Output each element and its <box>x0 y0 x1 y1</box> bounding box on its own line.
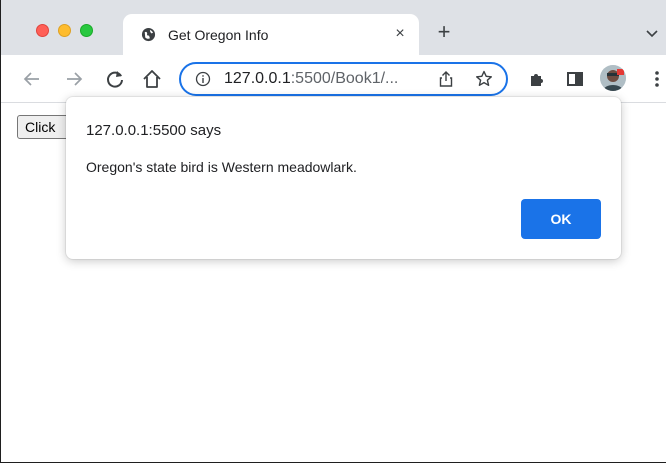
url-text[interactable]: 127.0.0.1:5500/Book1/... <box>224 70 398 88</box>
puzzle-icon[interactable] <box>526 68 548 90</box>
browser-window: Get Oregon Info × + 127.0.0.1:5500/Book1… <box>0 0 666 463</box>
tab-strip: Get Oregon Info × + <box>1 0 666 55</box>
url-path: :5500/Book1/... <box>290 70 399 87</box>
close-window-button[interactable] <box>36 24 49 37</box>
new-tab-button[interactable]: + <box>433 21 455 44</box>
close-tab-button[interactable]: × <box>391 24 409 44</box>
arrow-right-icon[interactable] <box>63 68 85 90</box>
profile-photo-icon <box>600 65 626 91</box>
reload-icon[interactable] <box>104 68 126 90</box>
home-icon[interactable] <box>141 68 163 90</box>
globe-icon <box>141 27 156 42</box>
dialog-message: Oregon's state bird is Western meadowlar… <box>86 159 357 175</box>
alert-dialog: 127.0.0.1:5500 says Oregon's state bird … <box>66 97 621 259</box>
tab-title: Get Oregon Info <box>168 27 269 43</box>
address-bar[interactable]: 127.0.0.1:5500/Book1/... <box>179 62 508 96</box>
minimize-window-button[interactable] <box>58 24 71 37</box>
dialog-title: 127.0.0.1:5500 says <box>86 122 222 139</box>
ok-button[interactable]: OK <box>521 199 601 239</box>
url-host: 127.0.0.1 <box>224 70 291 87</box>
star-icon[interactable] <box>474 69 494 89</box>
kebab-menu-icon[interactable] <box>646 68 666 90</box>
share-icon[interactable] <box>437 70 455 88</box>
arrow-left-icon[interactable] <box>21 68 43 90</box>
chevron-down-icon[interactable] <box>645 26 659 40</box>
zoom-window-button[interactable] <box>80 24 93 37</box>
info-icon[interactable] <box>195 71 211 87</box>
tab-get-oregon-info[interactable]: Get Oregon Info × <box>123 14 419 55</box>
browser-toolbar: 127.0.0.1:5500/Book1/... <box>1 55 666 103</box>
avatar[interactable] <box>600 65 626 91</box>
side-panel-icon[interactable] <box>564 68 586 90</box>
